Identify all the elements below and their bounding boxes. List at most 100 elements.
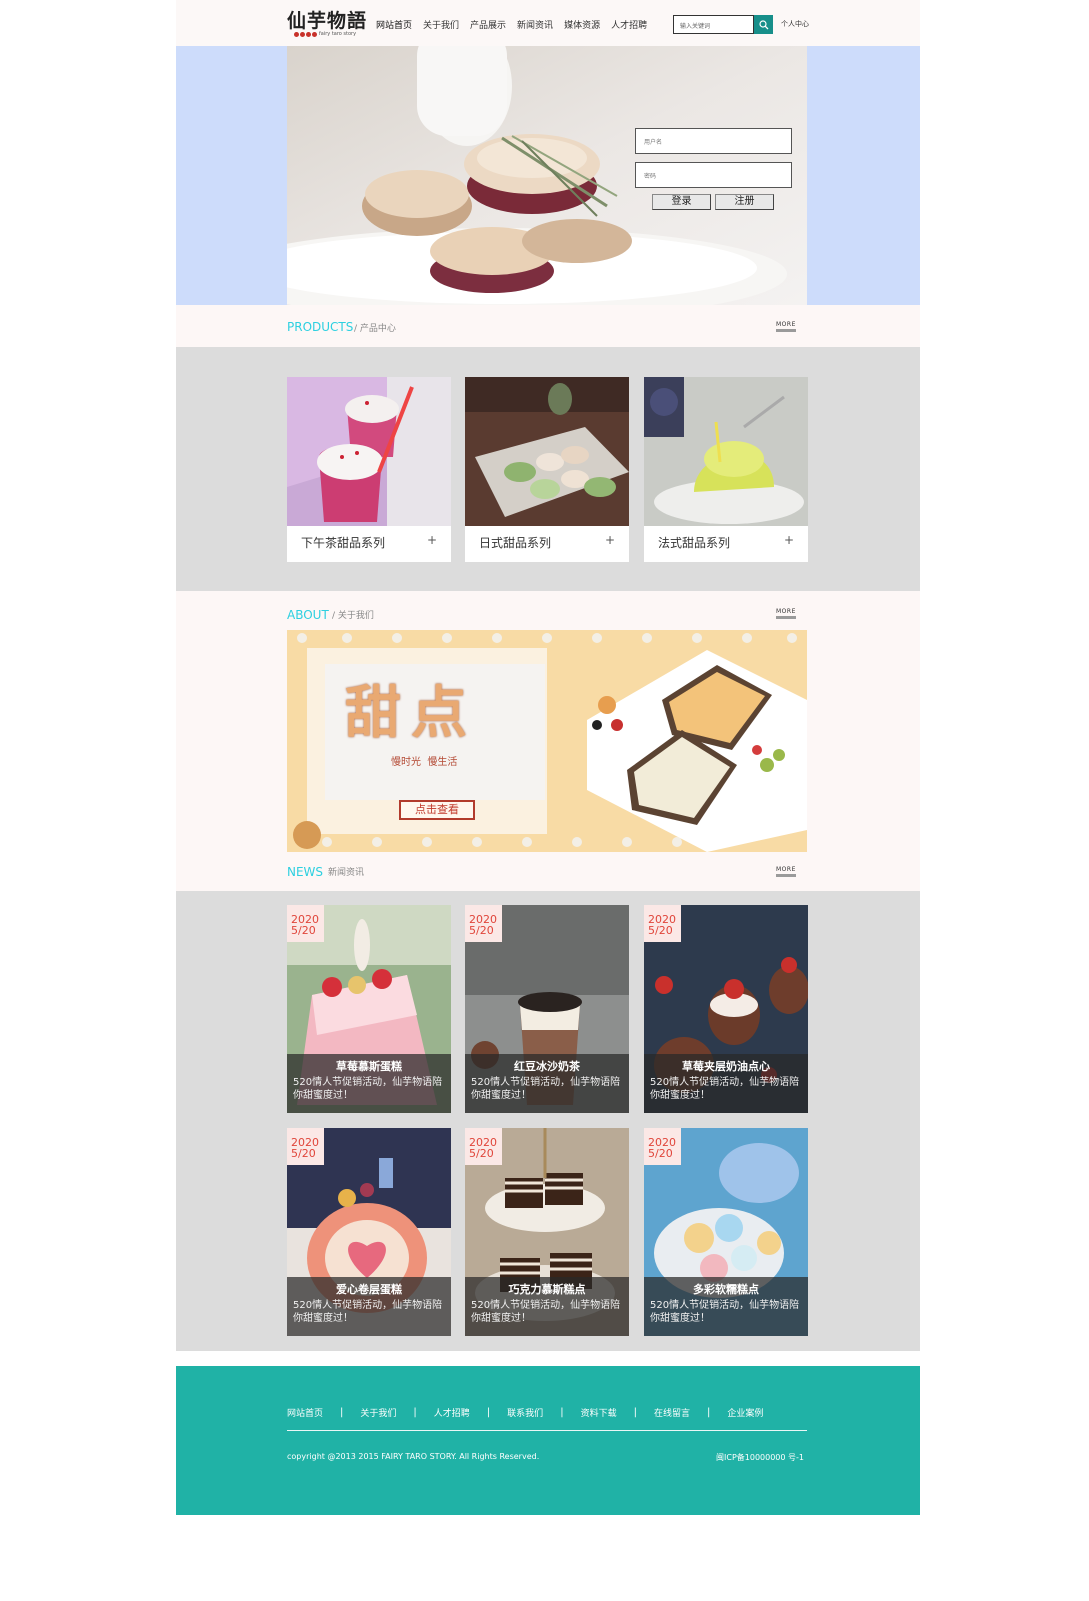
logo-subtext: fairy taro story — [319, 31, 357, 37]
nav-item-home[interactable]: 网站首页 — [376, 18, 412, 31]
nav-item-news[interactable]: 新闻资讯 — [517, 18, 553, 31]
search-button[interactable] — [754, 15, 773, 34]
news-card[interactable]: 2020 5/20 多彩软糯糕点 520情人节促销活动，仙芋物语陪你甜蜜度过！ — [644, 1128, 808, 1336]
footer-links: 网站首页 | 关于我们 | 人才招聘 | 联系我们 | 资料下载 | 在线留言 … — [287, 1406, 763, 1419]
about-banner: 甜点 慢时光 慢生活 点击查看 — [287, 630, 807, 852]
footer-divider — [287, 1430, 807, 1431]
news-card[interactable]: 2020 5/20 红豆冰沙奶茶 520情人节促销活动，仙芋物语陪你甜蜜度过！ — [465, 905, 629, 1113]
nav-item-jobs[interactable]: 人才招聘 — [611, 18, 647, 31]
nav-item-about[interactable]: 关于我们 — [423, 18, 459, 31]
about-more-link[interactable]: MORE — [776, 608, 796, 619]
news-title: 红豆冰沙奶茶 — [514, 1060, 580, 1073]
news-desc: 520情人节促销活动，仙芋物语陪你甜蜜度过！ — [471, 1077, 621, 1101]
news-desc: 520情人节促销活动，仙芋物语陪你甜蜜度过！ — [471, 1300, 621, 1324]
news-card[interactable]: 2020 5/20 巧克力慕斯糕点 520情人节促销活动，仙芋物语陪你甜蜜度过！ — [465, 1128, 629, 1336]
news-date-badge: 2020 5/20 — [287, 905, 324, 942]
news-date-badge: 2020 5/20 — [644, 1128, 681, 1165]
logo-dots-icon — [294, 32, 318, 37]
search-icon — [758, 19, 768, 29]
plus-icon[interactable]: + — [784, 533, 794, 547]
hero-banner: 用户名 密码 登录 注册 — [287, 46, 807, 305]
footer-separator: | — [633, 1407, 637, 1418]
news-card[interactable]: 2020 5/20 爱心卷层蛋糕 520情人节促销活动，仙芋物语陪你甜蜜度过！ — [287, 1128, 451, 1336]
nav-item-media[interactable]: 媒体资源 — [564, 18, 600, 31]
footer-link-contact[interactable]: 联系我们 — [507, 1406, 543, 1419]
news-date-badge: 2020 5/20 — [644, 905, 681, 942]
news-desc: 520情人节促销活动，仙芋物语陪你甜蜜度过！ — [650, 1300, 800, 1324]
products-title: PRODUCTS — [287, 320, 354, 334]
product-card[interactable]: 下午茶甜品系列 + — [287, 377, 451, 562]
about-title: ABOUT — [287, 608, 329, 622]
footer-link-about[interactable]: 关于我们 — [360, 1406, 396, 1419]
product-label: 法式甜品系列 — [658, 536, 731, 550]
about-banner-tagline: 慢时光 慢生活 — [391, 757, 458, 768]
news-date-day: 5/20 — [648, 924, 673, 937]
footer-link-jobs[interactable]: 人才招聘 — [434, 1406, 470, 1419]
news-caption: 巧克力慕斯糕点 520情人节促销活动，仙芋物语陪你甜蜜度过！ — [465, 1277, 629, 1336]
products-more-link[interactable]: MORE — [776, 321, 796, 332]
news-title: 巧克力慕斯糕点 — [508, 1283, 586, 1296]
news-desc: 520情人节促销活动，仙芋物语陪你甜蜜度过！ — [293, 1077, 443, 1101]
password-input[interactable]: 密码 — [635, 162, 792, 188]
username-input[interactable]: 用户名 — [635, 128, 792, 154]
footer-link-guestbook[interactable]: 在线留言 — [654, 1406, 690, 1419]
news-date-day: 5/20 — [469, 1147, 494, 1160]
news-caption: 草莓夹层奶油点心 520情人节促销活动，仙芋物语陪你甜蜜度过！ — [644, 1054, 808, 1113]
icp-number[interactable]: 闽ICP备10000000 号-1 — [716, 1452, 804, 1463]
news-date-day: 5/20 — [291, 1147, 316, 1160]
logo[interactable]: 仙芋物語 fairy taro story — [287, 6, 366, 40]
footer-link-home[interactable]: 网站首页 — [287, 1406, 323, 1419]
news-date-badge: 2020 5/20 — [465, 905, 502, 942]
news-desc: 520情人节促销活动，仙芋物语陪你甜蜜度过！ — [293, 1300, 443, 1324]
search-bar: 输入关键词 — [673, 15, 773, 34]
site-footer: 网站首页 | 关于我们 | 人才招聘 | 联系我们 | 资料下载 | 在线留言 … — [176, 1366, 920, 1515]
news-more-link[interactable]: MORE — [776, 866, 796, 877]
view-details-button[interactable]: 点击查看 — [399, 800, 475, 820]
about-subtitle: / 关于我们 — [332, 611, 374, 621]
news-title: 草莓慕斯蛋糕 — [336, 1060, 402, 1073]
product-card[interactable]: 法式甜品系列 + — [644, 377, 808, 562]
product-label: 下午茶甜品系列 — [301, 536, 386, 550]
user-center-link[interactable]: 个人中心 — [781, 19, 809, 29]
nav-item-products[interactable]: 产品展示 — [470, 18, 506, 31]
news-desc: 520情人节促销活动，仙芋物语陪你甜蜜度过！ — [650, 1077, 800, 1101]
news-caption: 红豆冰沙奶茶 520情人节促销活动，仙芋物语陪你甜蜜度过！ — [465, 1054, 629, 1113]
footer-separator: | — [486, 1407, 491, 1418]
search-input[interactable]: 输入关键词 — [673, 15, 754, 34]
products-section-header: PRODUCTS / 产品中心 MORE — [176, 305, 920, 347]
footer-link-downloads[interactable]: 资料下载 — [581, 1406, 617, 1419]
copyright-text: copyright @2013 2015 FAIRY TARO STORY. A… — [287, 1452, 540, 1461]
news-date-day: 5/20 — [648, 1147, 673, 1160]
product-image-afternoon-tea — [287, 377, 451, 526]
news-card[interactable]: 2020 5/20 草莓慕斯蛋糕 520情人节促销活动，仙芋物语陪你甜蜜度过！ — [287, 905, 451, 1113]
news-caption: 爱心卷层蛋糕 520情人节促销活动，仙芋物语陪你甜蜜度过！ — [287, 1277, 451, 1336]
news-title: 草莓夹层奶油点心 — [682, 1060, 770, 1073]
main-nav: 网站首页 关于我们 产品展示 新闻资讯 媒体资源 人才招聘 — [376, 18, 647, 31]
product-label: 日式甜品系列 — [479, 536, 552, 550]
login-button[interactable]: 登录 — [652, 194, 711, 210]
news-date-badge: 2020 5/20 — [287, 1128, 324, 1165]
site-header: 仙芋物語 fairy taro story 网站首页 关于我们 产品展示 新闻资… — [176, 0, 920, 46]
register-button[interactable]: 注册 — [715, 194, 774, 210]
footer-link-cases[interactable]: 企业案例 — [727, 1406, 763, 1419]
product-image-french — [644, 377, 808, 526]
plus-icon[interactable]: + — [605, 533, 615, 547]
page: 仙芋物語 fairy taro story 网站首页 关于我们 产品展示 新闻资… — [0, 0, 1089, 1601]
news-title: NEWS — [287, 865, 324, 879]
news-section-header: NEWS 新闻资讯 MORE — [176, 853, 920, 891]
footer-separator: | — [560, 1407, 564, 1418]
footer-separator: | — [706, 1407, 711, 1418]
product-image-japanese — [465, 377, 629, 526]
about-banner-title: 甜点 — [345, 680, 477, 746]
footer-separator: | — [413, 1407, 417, 1418]
footer-separator: | — [340, 1407, 344, 1418]
product-card[interactable]: 日式甜品系列 + — [465, 377, 629, 562]
news-date-badge: 2020 5/20 — [465, 1128, 502, 1165]
news-title: 爱心卷层蛋糕 — [336, 1283, 402, 1296]
news-subtitle: 新闻资讯 — [328, 868, 365, 878]
plus-icon[interactable]: + — [427, 533, 437, 547]
products-subtitle: / 产品中心 — [354, 324, 396, 334]
news-card[interactable]: 2020 5/20 草莓夹层奶油点心 520情人节促销活动，仙芋物语陪你甜蜜度过！ — [644, 905, 808, 1113]
news-caption: 多彩软糯糕点 520情人节促销活动，仙芋物语陪你甜蜜度过！ — [644, 1277, 808, 1336]
logo-text: 仙芋物語 — [287, 10, 368, 32]
